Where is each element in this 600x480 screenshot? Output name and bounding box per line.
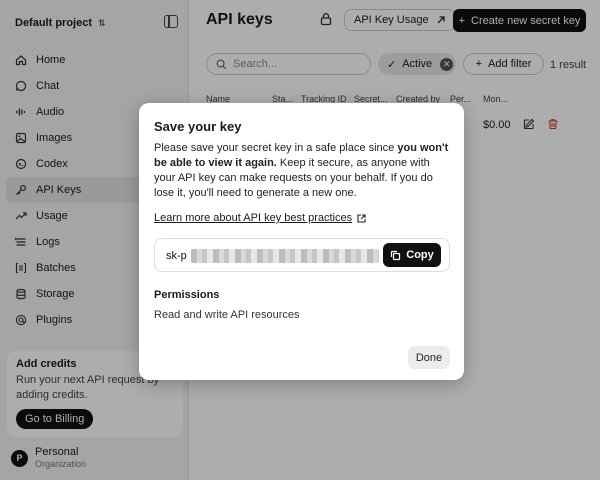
- save-key-dialog: Save your key Please save your secret ke…: [139, 103, 464, 380]
- dialog-title: Save your key: [154, 119, 242, 134]
- best-practices-link[interactable]: Learn more about API key best practices: [154, 212, 366, 224]
- done-button[interactable]: Done: [408, 346, 450, 369]
- redacted-key-mask: [191, 249, 379, 263]
- permissions-label: Permissions: [154, 289, 220, 301]
- copy-label: Copy: [406, 249, 434, 261]
- description-text: Please save your secret key in a safe pl…: [154, 142, 398, 154]
- copy-button[interactable]: Copy: [383, 243, 441, 267]
- external-link-icon: [357, 213, 366, 223]
- secret-key-field[interactable]: sk-p Copy: [154, 238, 450, 272]
- permissions-value: Read and write API resources: [154, 309, 300, 321]
- copy-icon: [391, 250, 401, 260]
- secret-key-value: sk-p: [166, 250, 187, 262]
- dialog-description: Please save your secret key in a safe pl…: [154, 141, 452, 201]
- link-text: Learn more about API key best practices: [154, 212, 353, 224]
